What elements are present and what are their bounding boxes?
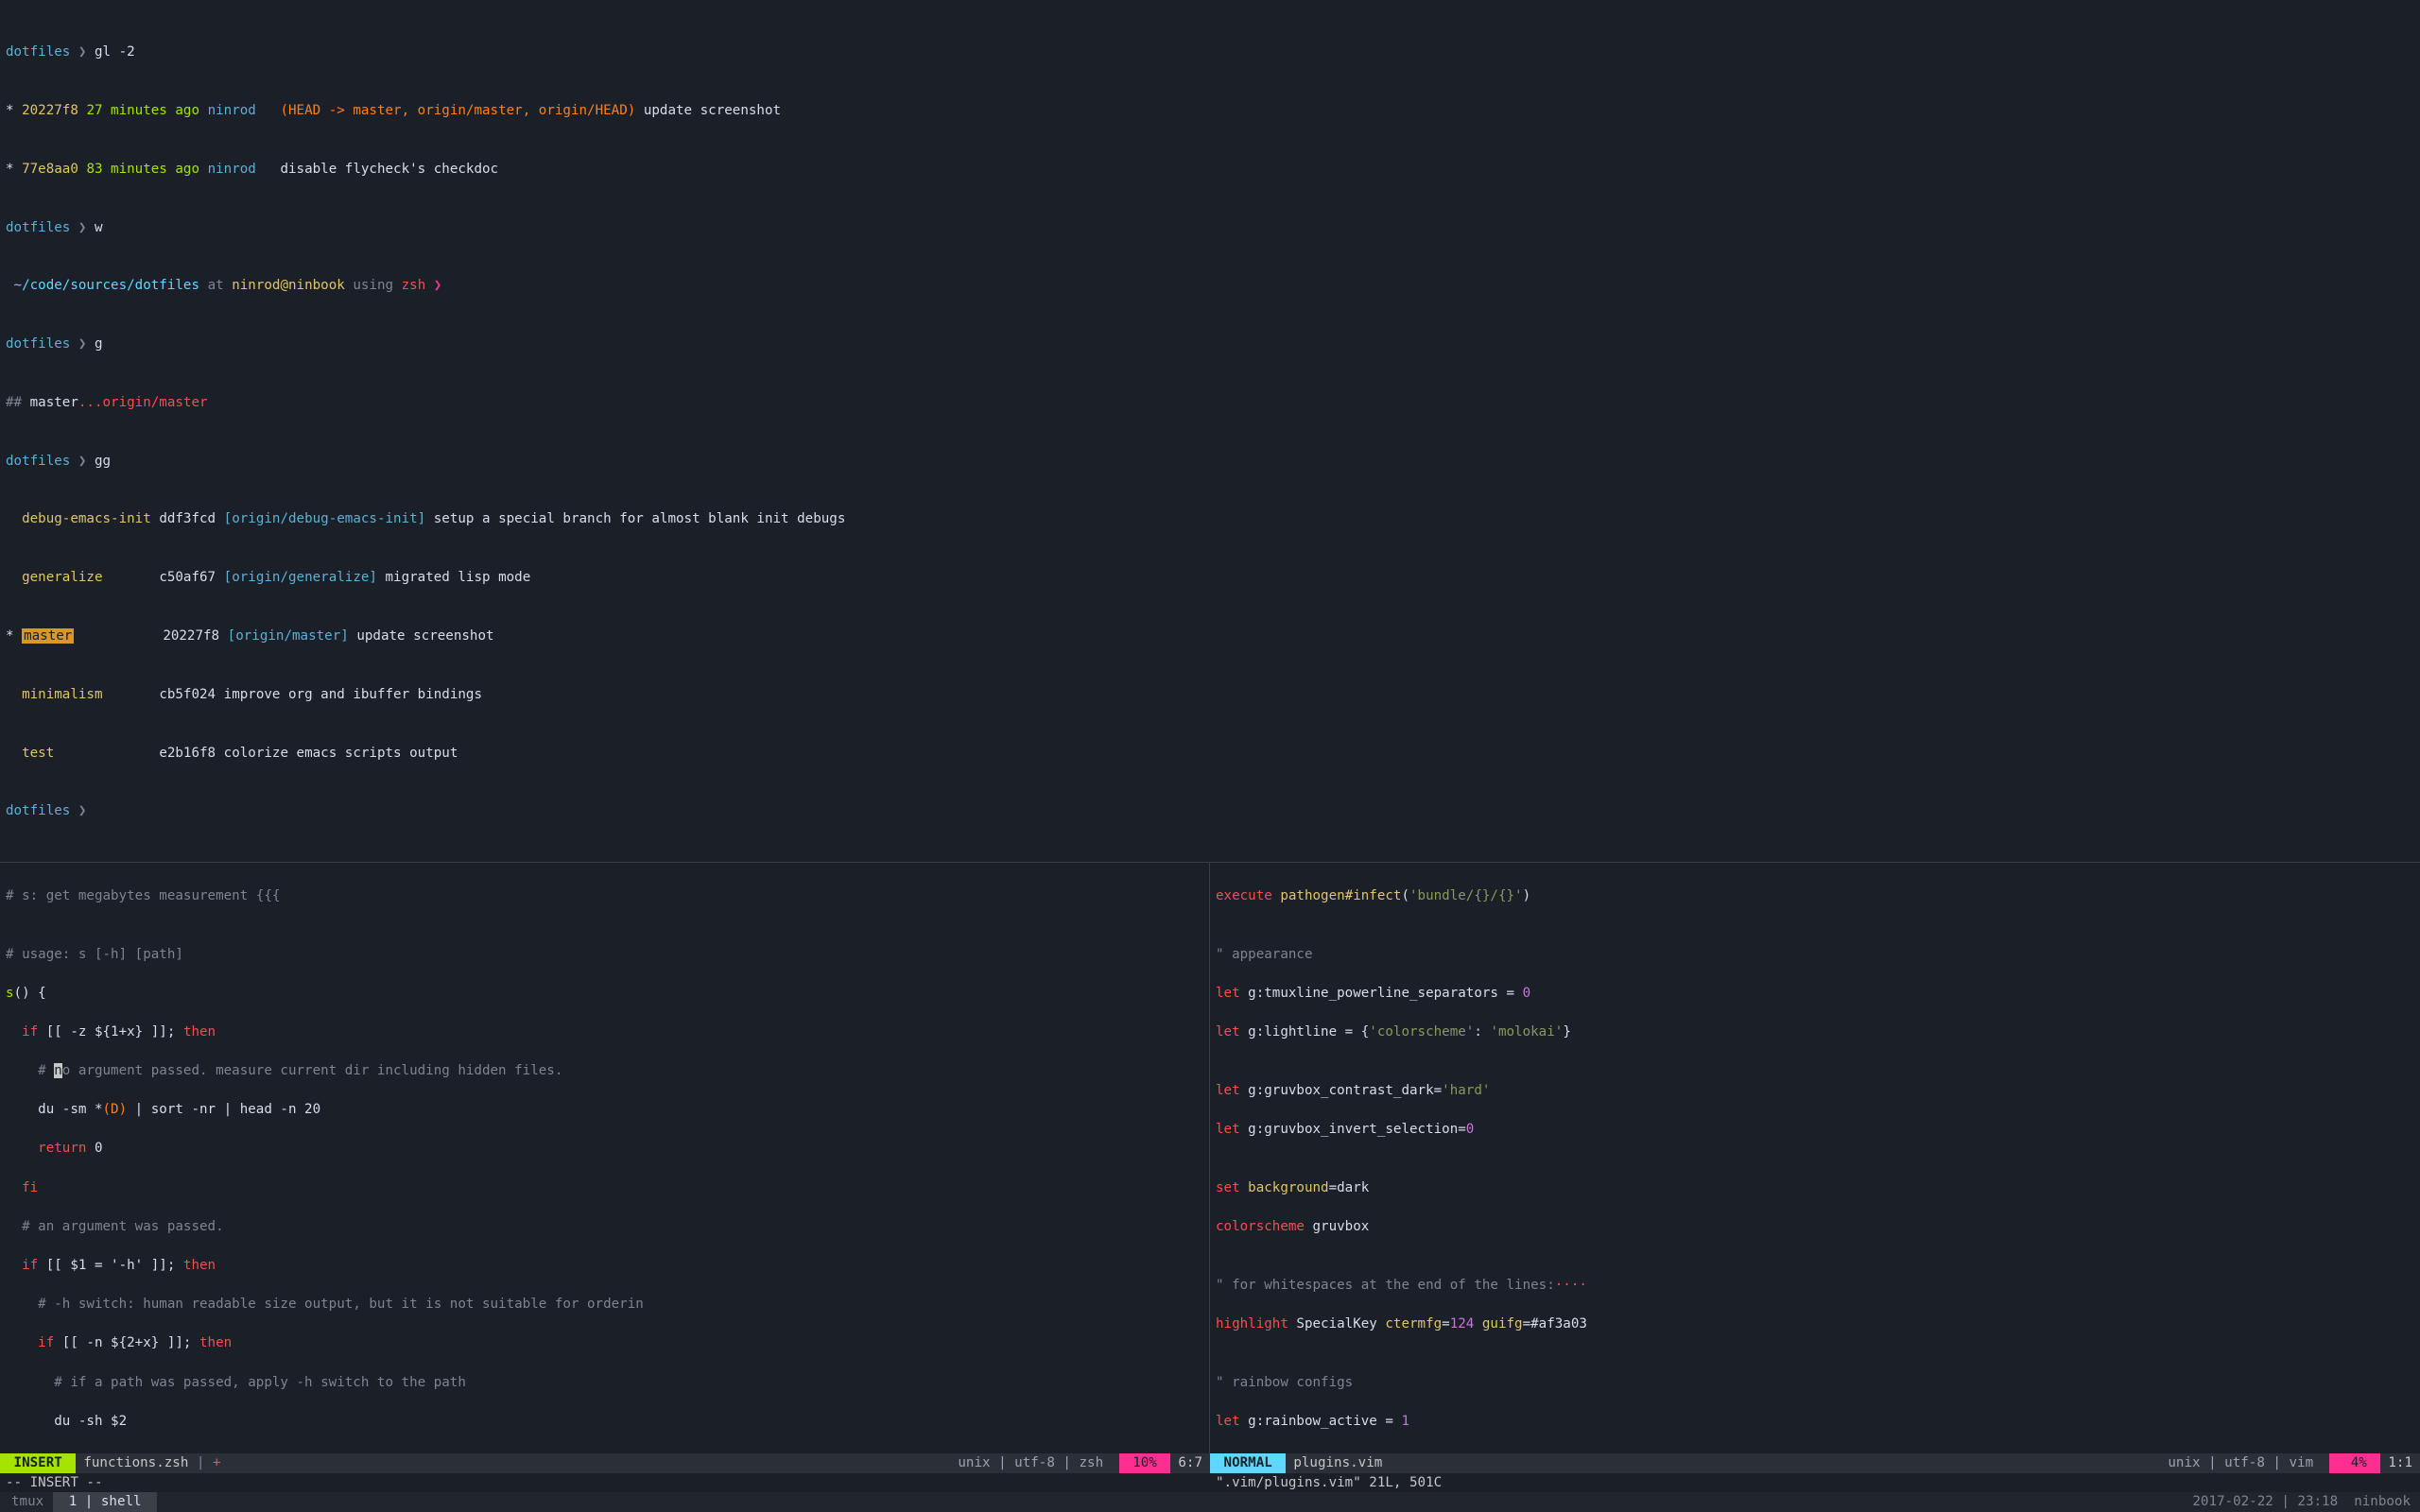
prompt-line: dotfiles ❯ gl -2 [6, 43, 2414, 62]
tmux-statusline[interactable]: tmux 1 | shell 2017-02-22 | 23:18 ninboo… [0, 1492, 2420, 1512]
branch-row: test e2b16f8 colorize emacs scripts outp… [6, 744, 2414, 764]
commit-refs: (HEAD -> master, origin/master, origin/H… [280, 103, 635, 118]
current-branch: master [22, 628, 74, 644]
comment: # an argument was passed. [6, 1217, 1203, 1237]
prompt-line: dotfiles ❯ gg [6, 452, 2414, 472]
commit-msg: disable flycheck's checkdoc [280, 162, 498, 177]
mode-indicator: NORMAL [1210, 1453, 1286, 1473]
number: 0 [1523, 986, 1531, 1001]
tmux-window-active[interactable]: 1 | shell [53, 1492, 157, 1512]
vim-comment: " appearance [1216, 945, 2414, 965]
commit-hash: 20227f8 [22, 103, 78, 118]
branch-name: generalize [22, 570, 102, 585]
cursor-line: # no argument passed. measure current di… [6, 1061, 1203, 1081]
branch-row-current: * master 20227f8 [origin/master] update … [6, 627, 2414, 646]
git-status: ## master...origin/master [6, 393, 2414, 413]
vim-comment: " rainbow configs [1216, 1373, 2414, 1393]
vim-split: # s: get megabytes measurement {{{ # usa… [0, 862, 2420, 1453]
tmux-clock-host: 2017-02-22 | 23:18 ninbook [157, 1492, 2418, 1512]
branch-name: minimalism [22, 687, 102, 702]
branch-row: debug-emacs-init ddf3fcd [origin/debug-e… [6, 509, 2414, 529]
vim-keyword: execute [1216, 888, 1272, 903]
string: 'bundle/{}/{}' [1409, 888, 1523, 903]
git-log-entry: * 77e8aa0 83 minutes ago ninrod disable … [6, 160, 2414, 180]
vim-command-line: -- INSERT -- ".vim/plugins.vim" 21L, 501… [0, 1473, 2420, 1493]
comment: # if a path was passed, apply -h switch … [6, 1373, 1203, 1393]
tmux-session-name[interactable]: tmux [2, 1492, 53, 1512]
editor-pane-right[interactable]: execute pathogen#infect('bundle/{}/{}') … [1210, 863, 2420, 1453]
command: w [95, 220, 103, 235]
comment: # -h switch: human readable size output,… [6, 1295, 1203, 1314]
keyword-fi: fi [6, 1178, 1203, 1198]
file-info: unix | utf-8 | zsh [950, 1453, 1118, 1473]
branch-row: minimalism cb5f024 improve org and ibuff… [6, 685, 2414, 705]
editor-pane-left[interactable]: # s: get megabytes measurement {{{ # usa… [0, 863, 1210, 1453]
branch-name: debug-emacs-init [22, 511, 151, 526]
scroll-percent: 4% [2329, 1453, 2381, 1473]
prompt-line: dotfiles ❯ w [6, 218, 2414, 238]
command: gl -2 [95, 44, 135, 60]
prompt-line[interactable]: dotfiles ❯ [6, 801, 2414, 821]
scroll-percent: 10% [1119, 1453, 1171, 1473]
func-name: s [6, 986, 14, 1001]
commit-age: 27 minutes ago [86, 103, 199, 118]
keyword-then: then [183, 1024, 216, 1040]
modified-flag: + [213, 1455, 221, 1470]
mode-indicator: INSERT [0, 1453, 76, 1473]
statusline-right: NORMAL plugins.vim unix | utf-8 | vim 4%… [1210, 1453, 2420, 1473]
vim-comment: " for whitespaces at the end of the line… [1216, 1278, 1555, 1293]
filename: functions.zsh [83, 1455, 188, 1470]
text-cursor: n [54, 1063, 62, 1078]
cwd: dotfiles [6, 44, 70, 60]
filename: plugins.vim [1286, 1453, 1390, 1473]
command: gg [95, 454, 111, 469]
file-read-msg: ".vim/plugins.vim" 21L, 501C [1210, 1473, 2420, 1493]
branch-row: generalize c50af67 [origin/generalize] m… [6, 568, 2414, 588]
prompt-symbol: ❯ [78, 44, 87, 60]
cursor-position: 6:7 [1170, 1453, 1210, 1473]
prompt-line: dotfiles ❯ g [6, 335, 2414, 354]
keyword-return: return [6, 1141, 86, 1156]
shell-scrollback[interactable]: dotfiles ❯ gl -2 * 20227f8 27 minutes ag… [0, 0, 2420, 862]
trailing-ws-dots: ···· [1555, 1278, 1587, 1293]
git-log-entry: * 20227f8 27 minutes ago ninrod (HEAD ->… [6, 101, 2414, 121]
commit-author: ninrod [208, 103, 256, 118]
statusline-left: INSERT functions.zsh | + unix | utf-8 | … [0, 1453, 1210, 1473]
insert-mode-msg: -- INSERT -- [0, 1473, 1210, 1493]
keyword-if: if [6, 1024, 38, 1040]
vim-statusline-row: INSERT functions.zsh | + unix | utf-8 | … [0, 1453, 2420, 1473]
cursor-position: 1:1 [2380, 1453, 2420, 1473]
commit-hash: 77e8aa0 [22, 162, 78, 177]
commit-msg: update screenshot [644, 103, 781, 118]
command: g [95, 336, 103, 352]
cwd-info: ~/code/sources/dotfiles at ninrod@ninboo… [6, 276, 2414, 296]
commit-age: 83 minutes ago [86, 162, 199, 177]
comment: # s: get megabytes measurement {{{ [6, 886, 1203, 906]
file-info: unix | utf-8 | vim [2160, 1453, 2328, 1473]
commit-author: ninrod [208, 162, 256, 177]
comment: # usage: s [-h] [path] [6, 945, 1203, 965]
terminal-screen: dotfiles ❯ gl -2 * 20227f8 27 minutes ag… [0, 0, 2420, 1512]
branch-name: test [22, 746, 54, 761]
